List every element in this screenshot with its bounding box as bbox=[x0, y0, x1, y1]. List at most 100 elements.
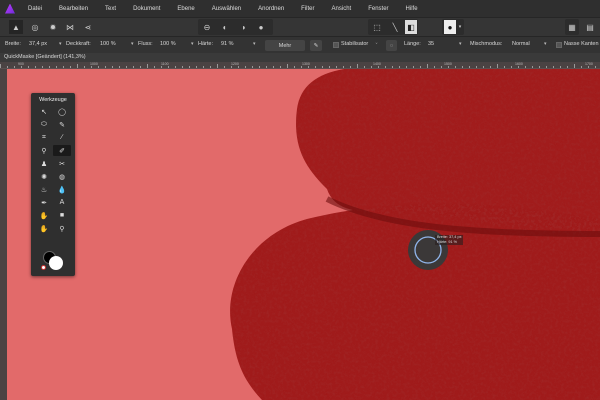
move-tool-icon[interactable]: ↖ bbox=[35, 106, 53, 117]
pressure-icon[interactable]: ✎ bbox=[310, 40, 322, 51]
ellipse-marquee-icon[interactable]: ⬭ bbox=[35, 119, 53, 130]
ruler-tick bbox=[105, 66, 106, 68]
blur-icon[interactable]: 💧 bbox=[53, 184, 71, 195]
contrast-icon[interactable]: ◐ bbox=[218, 20, 232, 34]
hardness-value[interactable]: 91 % bbox=[221, 41, 234, 47]
ruler-tick bbox=[497, 64, 498, 68]
menu-fenster[interactable]: Fenster bbox=[368, 6, 388, 12]
ruler-tick bbox=[301, 66, 302, 68]
chevron-down-icon[interactable]: ▾ bbox=[459, 41, 462, 47]
ruler-tick bbox=[84, 66, 85, 68]
develop-persona-icon[interactable]: ✹ bbox=[46, 20, 60, 34]
rectangle-tool-icon[interactable]: ■ bbox=[53, 210, 71, 221]
menu-ansicht[interactable]: Ansicht bbox=[332, 6, 352, 12]
flow-value[interactable]: 100 % bbox=[160, 41, 176, 47]
ruler-tick bbox=[595, 66, 596, 68]
window-mode-icon[interactable]: ◌ bbox=[386, 40, 397, 51]
ruler-tick bbox=[455, 66, 456, 68]
gradient-select-icon[interactable]: ╲ bbox=[388, 20, 402, 34]
ruler-tick bbox=[98, 66, 99, 68]
ruler-tick bbox=[245, 66, 246, 68]
layout-icon[interactable]: ▤ bbox=[584, 20, 596, 34]
ruler-tick bbox=[154, 66, 155, 68]
width-value[interactable]: 37,4 px bbox=[29, 41, 47, 47]
stabilizer-checkbox[interactable] bbox=[333, 42, 339, 48]
secondary-color-swatch[interactable] bbox=[49, 256, 63, 270]
color-picker-icon[interactable]: ∕ bbox=[53, 132, 71, 143]
ruler-tick bbox=[56, 66, 57, 68]
ruler-tick bbox=[112, 66, 113, 68]
chevron-down-icon[interactable]: ▾ bbox=[253, 41, 256, 47]
export-persona-icon[interactable]: ⋖ bbox=[81, 20, 95, 34]
photo-persona-icon[interactable]: ▲ bbox=[9, 20, 23, 34]
grid-icon[interactable]: ▦ bbox=[566, 20, 578, 34]
marquee-select-icon[interactable]: ⬚ bbox=[370, 20, 384, 34]
menu-anordnen[interactable]: Anordnen bbox=[258, 6, 284, 12]
ruler-tick bbox=[588, 66, 589, 68]
ruler-tick bbox=[266, 66, 267, 68]
dodge-icon[interactable]: ♨ bbox=[35, 184, 53, 195]
chevron-down-icon[interactable]: ▾ bbox=[191, 41, 194, 47]
clone-stamp-icon[interactable]: ♟ bbox=[35, 158, 53, 169]
ruler-tick bbox=[42, 66, 43, 68]
menu-hilfe[interactable]: Hilfe bbox=[406, 6, 418, 12]
color-swatches[interactable] bbox=[41, 250, 65, 272]
tone-mapping-persona-icon[interactable]: ⋈ bbox=[63, 20, 77, 34]
pen-tool-icon[interactable]: ✒ bbox=[35, 197, 53, 208]
menu-datei[interactable]: Datei bbox=[28, 6, 42, 12]
document-tab[interactable]: QuickMaske [Geändert] (141,3%) bbox=[0, 53, 600, 62]
chevron-down-icon[interactable]: ▾ bbox=[131, 41, 134, 47]
selection-brush-icon[interactable]: ✎ bbox=[53, 119, 71, 130]
blend-mode-select[interactable]: Normal bbox=[512, 41, 530, 47]
color-balance-icon[interactable]: ◑ bbox=[236, 20, 250, 34]
ruler-tick bbox=[238, 66, 239, 68]
ruler-tick bbox=[483, 66, 484, 68]
ruler-label: 1400 bbox=[373, 62, 381, 66]
vertical-ruler bbox=[0, 69, 7, 400]
freehand-select-icon[interactable]: ◯ bbox=[53, 106, 71, 117]
hand-tool-icon[interactable]: ✋ bbox=[35, 223, 53, 234]
length-value[interactable]: 35 bbox=[428, 41, 434, 47]
quickmask-icon[interactable]: ◧ bbox=[405, 20, 417, 34]
ruler-tick bbox=[147, 64, 148, 68]
opacity-value[interactable]: 100 % bbox=[100, 41, 116, 47]
white-balance-icon[interactable]: ● bbox=[254, 20, 268, 34]
blemish-icon[interactable]: ✺ bbox=[35, 171, 53, 182]
ruler-tick bbox=[350, 66, 351, 68]
brush-preview-icon[interactable]: ● bbox=[444, 20, 456, 34]
more-button[interactable]: Mehr bbox=[265, 40, 305, 51]
rope-mode-icon[interactable]: ˇ bbox=[371, 40, 382, 51]
healing-brush-icon[interactable]: ✂ bbox=[53, 158, 71, 169]
ruler-tick bbox=[462, 66, 463, 68]
smudge-icon[interactable]: ✋ bbox=[35, 210, 53, 221]
menu-filter[interactable]: Filter bbox=[301, 6, 314, 12]
ruler-tick bbox=[553, 66, 554, 68]
red-eye-icon[interactable]: ◍ bbox=[53, 171, 71, 182]
levels-icon[interactable]: ⊖ bbox=[200, 20, 214, 34]
menu-text[interactable]: Text bbox=[105, 6, 116, 12]
ruler-tick bbox=[231, 66, 232, 68]
zoom-tool-icon[interactable]: ⚲ bbox=[53, 223, 71, 234]
flood-fill-icon[interactable]: ⚲ bbox=[35, 145, 53, 156]
liquify-persona-icon[interactable]: ◎ bbox=[28, 20, 42, 34]
wet-edges-checkbox[interactable] bbox=[556, 42, 562, 48]
ruler-tick bbox=[532, 66, 533, 68]
app-logo bbox=[5, 3, 15, 14]
ruler-tick bbox=[511, 66, 512, 68]
menu-auswaehlen[interactable]: Auswählen bbox=[212, 6, 241, 12]
ruler-tick bbox=[406, 66, 407, 68]
menu-ebene[interactable]: Ebene bbox=[177, 6, 194, 12]
canvas[interactable] bbox=[7, 69, 600, 400]
text-tool-icon[interactable]: A bbox=[53, 197, 71, 208]
menu-bearbeiten[interactable]: Bearbeiten bbox=[59, 6, 88, 12]
chevron-down-icon[interactable]: ▾ bbox=[59, 41, 62, 47]
ruler-tick bbox=[574, 64, 575, 68]
crop-tool-icon[interactable]: ⌗ bbox=[35, 132, 53, 143]
chevron-down-icon[interactable]: ▾ bbox=[544, 41, 547, 47]
toolbar: ▲ ◎ ✹ ⋈ ⋖ ⊖ ◐ ◑ ● ⬚ ╲ ◧ ● ▾ ▦ ▤ bbox=[0, 17, 600, 36]
no-color-icon[interactable] bbox=[41, 265, 46, 270]
menu-dokument[interactable]: Dokument bbox=[133, 6, 160, 12]
paint-brush-icon[interactable]: ✐ bbox=[53, 145, 71, 156]
ruler-tick bbox=[490, 66, 491, 68]
chevron-down-icon[interactable]: ▾ bbox=[457, 20, 463, 34]
